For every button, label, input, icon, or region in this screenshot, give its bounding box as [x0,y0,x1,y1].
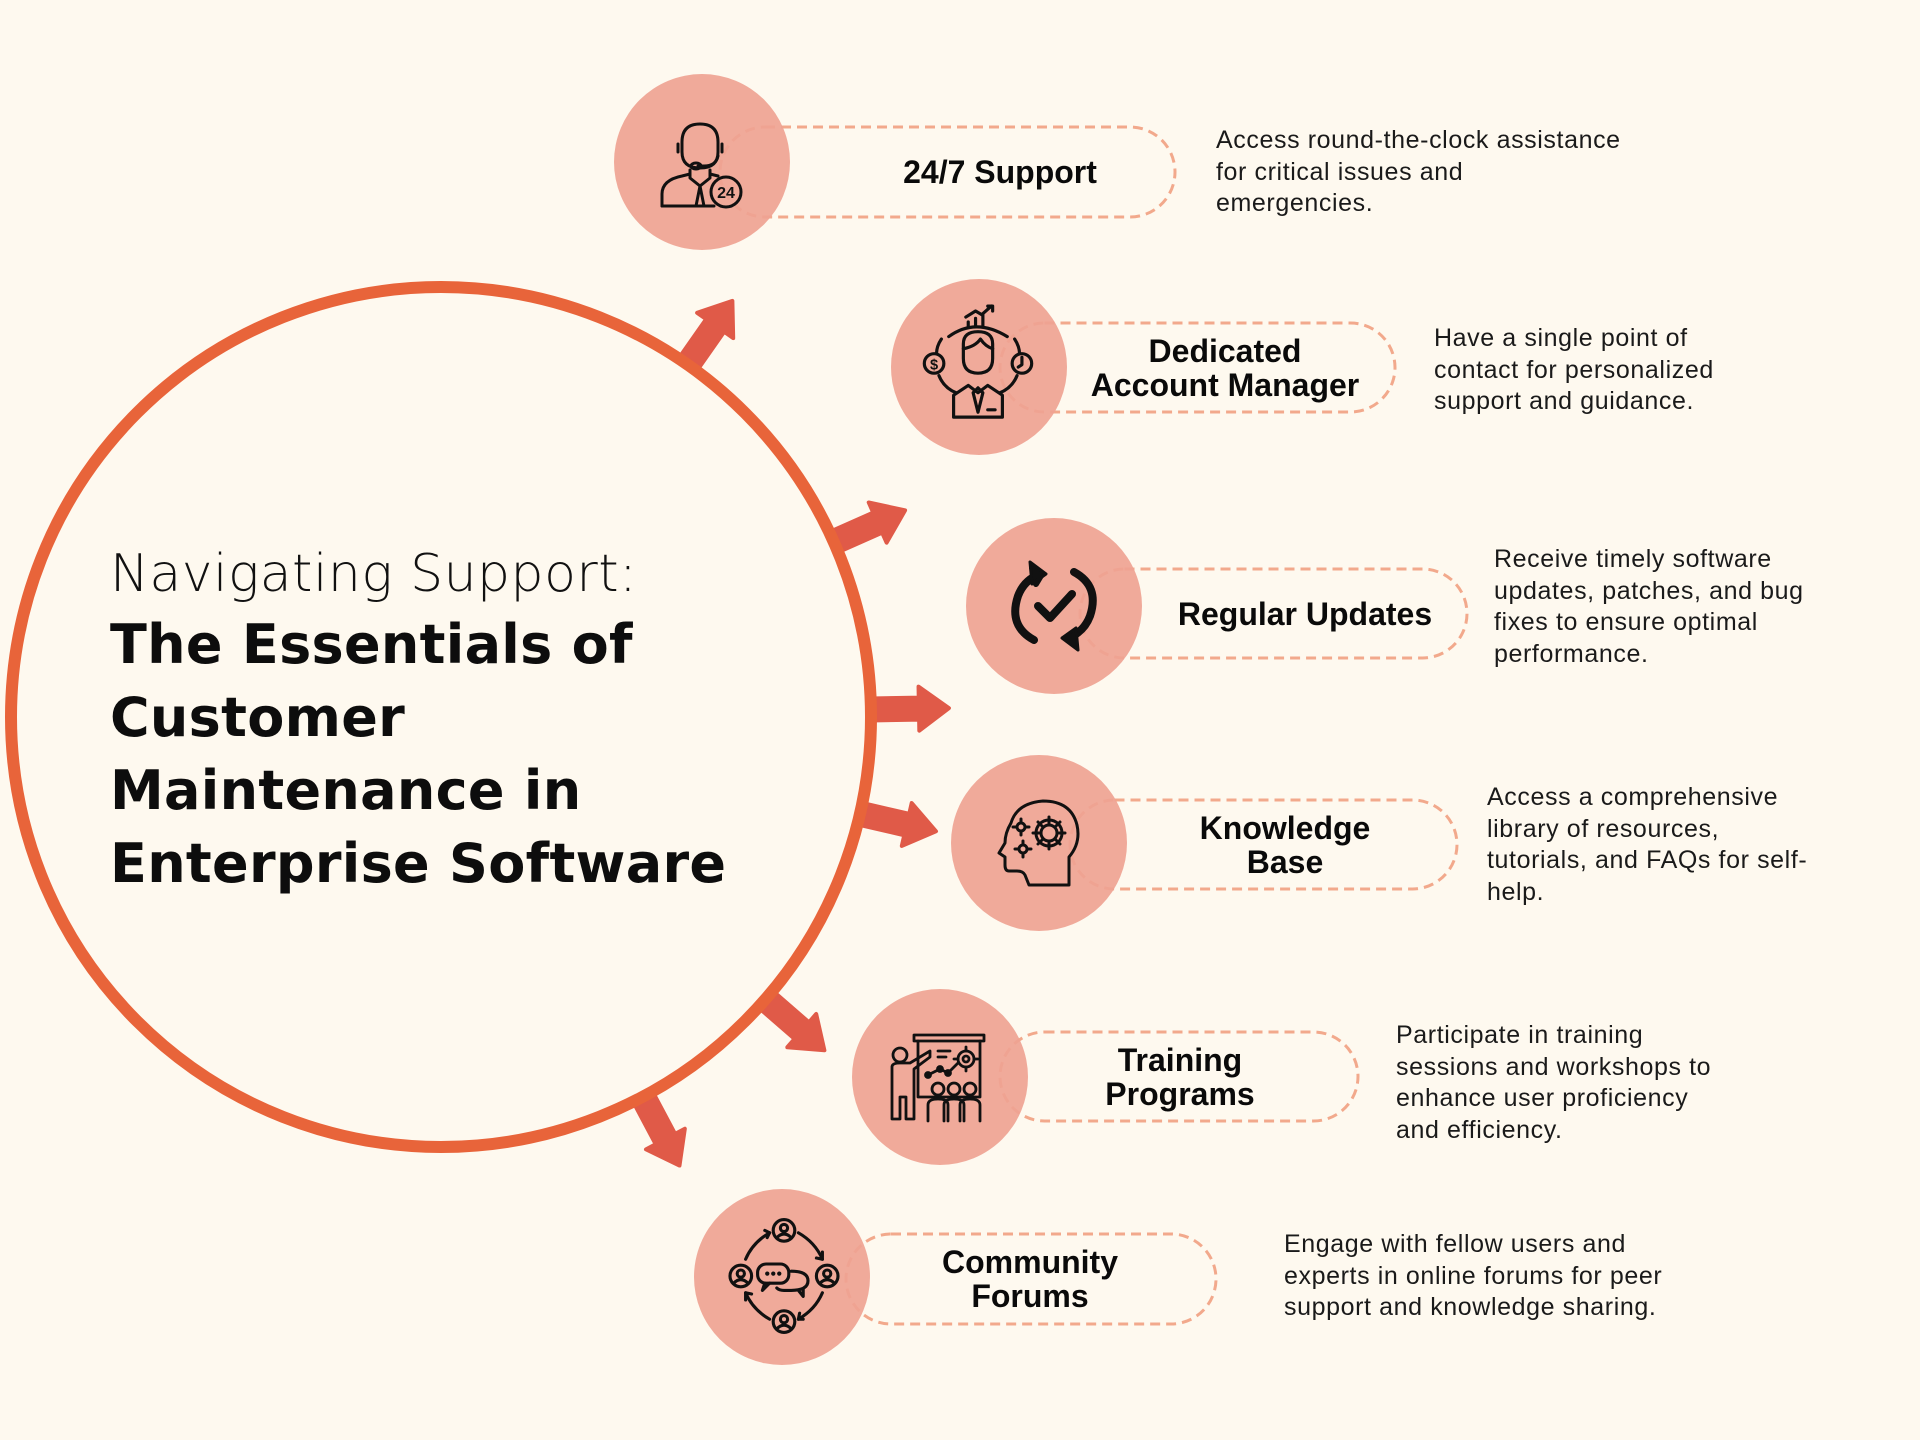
svg-text:$: $ [930,358,938,374]
label-knowledge-base: Knowledge Base [1199,810,1371,880]
title-light-line: Navigating Support: [110,544,638,604]
refresh-check-icon [1004,556,1104,656]
account-manager-icon: $ [917,300,1039,422]
label-dedicated-account-manager: Dedicated Account Manager [1090,333,1360,403]
title-bold-line-2: Customer [110,686,406,749]
community-chat-icon [724,1216,844,1336]
label-community-forums: Community Forums [942,1244,1118,1314]
title-bold-line-3: Maintenance in [110,759,582,822]
description-dedicated-account-manager: Have a single point of contact for perso… [1434,324,1714,415]
description-knowledge-base: Access a comprehensive library of resour… [1487,783,1808,906]
presentation-trainer-icon [888,1027,988,1127]
headset-agent-24-icon: 24 [652,112,752,212]
svg-text:24: 24 [717,185,735,202]
label-24-7-support: 24/7 Support [903,154,1097,190]
label-regular-updates: Regular Updates [1177,596,1433,632]
label-training-programs: Training Programs [1105,1042,1255,1112]
title-bold-line-1: The Essentials of [110,613,633,676]
head-gears-icon [989,793,1089,893]
title-bold-line-4: Enterprise Software [110,832,727,895]
description-regular-updates: Receive timely software updates, patches… [1494,545,1804,668]
description-training-programs: Participate in training sessions and wor… [1396,1021,1712,1144]
title-block: Navigating Support: The Essentials of Cu… [110,540,750,900]
description-community-forums: Engage with fellow users and experts in … [1284,1230,1663,1321]
description-24-7-support: Access round-the-clock assistance for cr… [1216,126,1621,217]
